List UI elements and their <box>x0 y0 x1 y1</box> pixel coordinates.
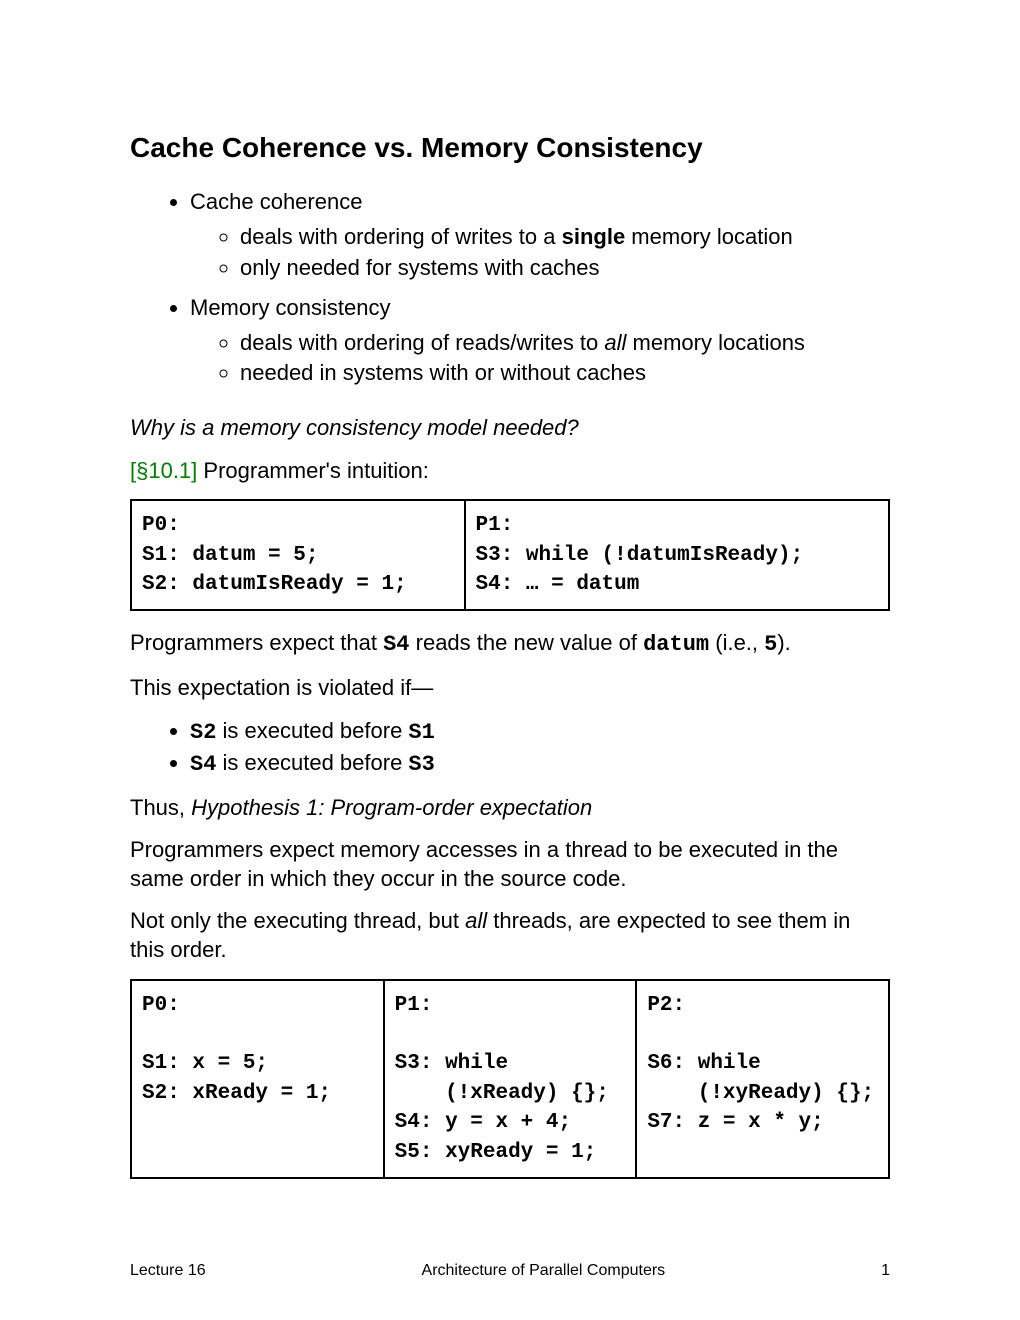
list-item: Cache coherence deals with ordering of w… <box>190 188 890 282</box>
code-cell-p0: P0: S1: x = 5; S2: xReady = 1; <box>131 980 384 1178</box>
section-ref: [§10.1] <box>130 458 197 483</box>
list-item: only needed for systems with caches <box>240 254 890 283</box>
footer-right: 1 <box>881 1262 890 1280</box>
code-table-1: P0: S1: datum = 5; S2: datumIsReady = 1;… <box>130 499 890 611</box>
main-list: Cache coherence deals with ordering of w… <box>130 188 890 388</box>
page-footer: Lecture 16 Architecture of Parallel Comp… <box>130 1262 890 1280</box>
para-expect: Programmers expect that S4 reads the new… <box>130 629 890 660</box>
list-item: needed in systems with or without caches <box>240 359 890 388</box>
footer-left: Lecture 16 <box>130 1262 206 1280</box>
para-all-threads: Not only the executing thread, but all t… <box>130 907 890 964</box>
list-item: deals with ordering of reads/writes to a… <box>240 329 890 358</box>
violations-list: S2 is executed before S1 S4 is executed … <box>130 717 890 780</box>
code-cell-p2: P2: S6: while (!xyReady) {}; S7: z = x *… <box>636 980 889 1178</box>
list-item: S4 is executed before S3 <box>190 749 890 780</box>
page-content: Cache Coherence vs. Memory Consistency C… <box>0 0 1020 1179</box>
question-heading: Why is a memory consistency model needed… <box>130 414 890 443</box>
code-table-2: P0: S1: x = 5; S2: xReady = 1; P1: S3: w… <box>130 979 890 1179</box>
page-title: Cache Coherence vs. Memory Consistency <box>130 130 890 166</box>
code-cell-p0: P0: S1: datum = 5; S2: datumIsReady = 1; <box>131 500 465 610</box>
code-cell-p1: P1: S3: while (!xReady) {}; S4: y = x + … <box>384 980 637 1178</box>
para-program-order: Programmers expect memory accesses in a … <box>130 836 890 893</box>
sub-list: deals with ordering of reads/writes to a… <box>190 329 890 388</box>
list-item: Memory consistency deals with ordering o… <box>190 294 890 388</box>
code-cell-p1: P1: S3: while (!datumIsReady); S4: … = d… <box>465 500 889 610</box>
hypothesis: Thus, Hypothesis 1: Program-order expect… <box>130 794 890 823</box>
list-item: S2 is executed before S1 <box>190 717 890 748</box>
footer-center: Architecture of Parallel Computers <box>422 1262 666 1280</box>
list-item: deals with ordering of writes to a singl… <box>240 223 890 252</box>
intuition-line: [§10.1] Programmer's intuition: <box>130 457 890 486</box>
cc-label: Cache coherence <box>190 189 362 214</box>
para-violated: This expectation is violated if— <box>130 674 890 703</box>
mc-label: Memory consistency <box>190 295 391 320</box>
sub-list: deals with ordering of writes to a singl… <box>190 223 890 282</box>
